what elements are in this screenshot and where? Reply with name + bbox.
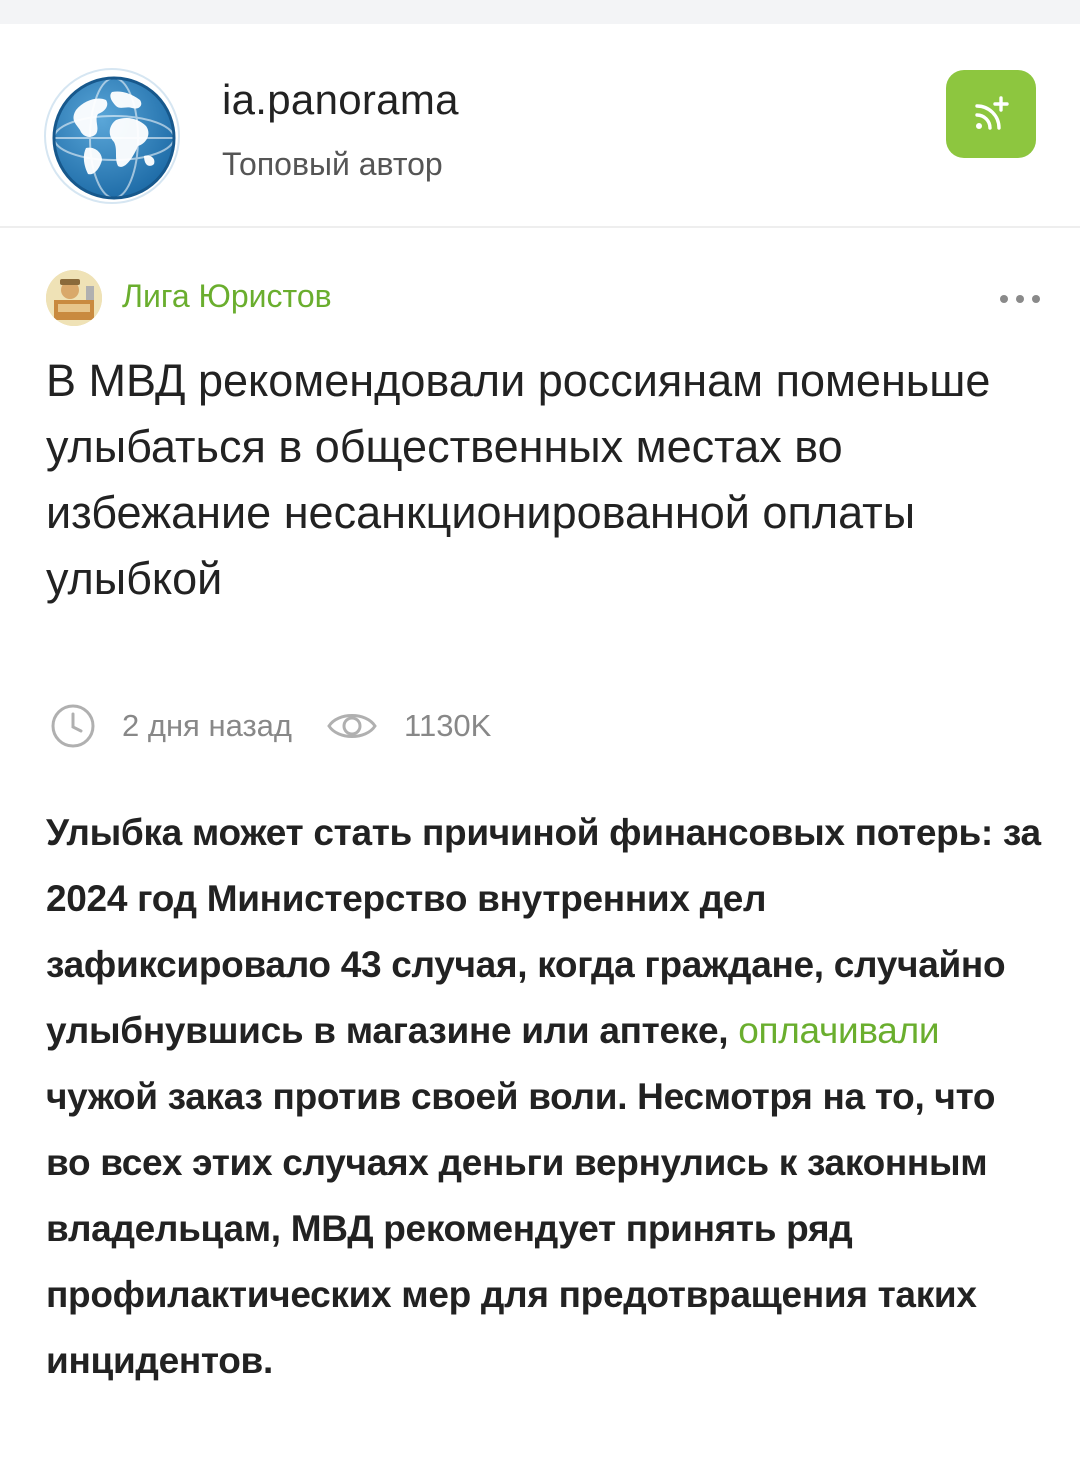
post-views: 1130K (404, 708, 492, 743)
community-avatar-icon (46, 270, 102, 326)
more-options-button[interactable] (992, 282, 1048, 316)
clock-icon (48, 701, 98, 751)
more-dots-icon (1000, 295, 1008, 303)
post-body: Улыбка может стать причиной финансовых п… (46, 800, 1046, 1394)
top-strip (0, 0, 1080, 24)
subscribe-button[interactable] (946, 70, 1036, 158)
more-dot (1016, 295, 1024, 303)
post-title[interactable]: В МВД рекомендовали россиянам поменьше у… (46, 348, 1036, 612)
author-name[interactable]: ia.panorama (222, 76, 459, 124)
more-dot (1032, 295, 1040, 303)
community-name[interactable]: Лига Юристов (122, 278, 332, 315)
eye-icon (326, 706, 378, 746)
post-meta: 2 дня назад 1130K (48, 700, 491, 752)
author-avatar[interactable] (44, 68, 180, 204)
author-status: Топовый автор (222, 146, 443, 182)
globe-icon (52, 76, 176, 200)
subscribe-plus-icon (975, 96, 1009, 130)
author-card[interactable]: ia.panorama Топовый автор (0, 24, 1080, 228)
inline-link[interactable]: оплачивали (738, 1010, 939, 1051)
post-body-text-2: чужой заказ против своей воли. Несмотря … (46, 1076, 996, 1381)
community-avatar[interactable] (46, 270, 102, 326)
post-card: Лига Юристов В МВД рекомендовали россиян… (0, 230, 1080, 1475)
post-time: 2 дня назад (122, 708, 293, 743)
